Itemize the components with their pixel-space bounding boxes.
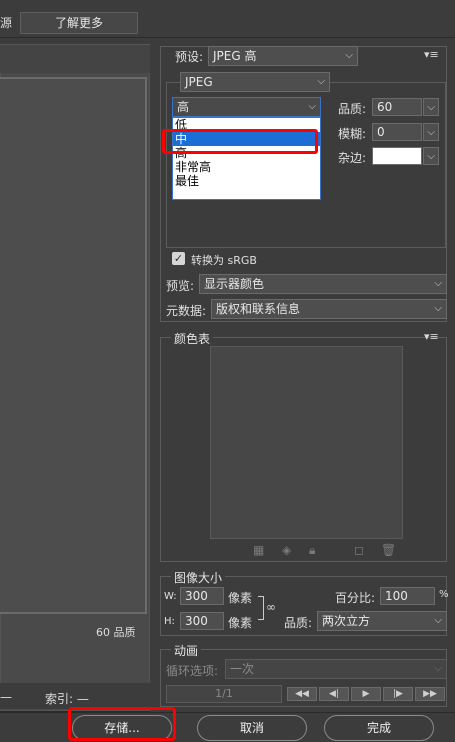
chevron-down-icon: ⌵ xyxy=(308,101,316,112)
quality-input[interactable]: 60 xyxy=(372,98,422,116)
blur-input[interactable]: 0 xyxy=(372,123,422,141)
loop-label: 循环选项: xyxy=(166,664,219,678)
prev-frame-button[interactable]: ◀| xyxy=(319,687,349,701)
web-shift-icon[interactable]: ◈ xyxy=(282,543,291,557)
resample-quality-value: 两次立方 xyxy=(322,614,371,628)
height-label: H: xyxy=(164,616,175,627)
quality-preset-select[interactable]: 高 ⌵ xyxy=(172,97,321,117)
width-unit: 像素 xyxy=(228,591,253,605)
width-label: W: xyxy=(164,591,177,602)
preview-image-area xyxy=(0,77,147,614)
cancel-button[interactable]: 取消 xyxy=(197,715,307,741)
chevron-down-icon: ⌵ xyxy=(434,663,442,674)
quality-option-very-high[interactable]: 非常高 xyxy=(173,160,320,174)
animation-title: 动画 xyxy=(171,642,202,659)
trash-icon[interactable]: 🗑︎ xyxy=(381,543,396,557)
preview-header xyxy=(0,45,150,73)
height-input[interactable]: 300 xyxy=(180,612,224,630)
resample-quality-label: 品质: xyxy=(284,616,313,630)
width-input[interactable]: 300 xyxy=(180,587,224,605)
lock-icon[interactable]: 🔒︎ xyxy=(309,543,315,558)
percent-input[interactable]: 100 xyxy=(380,587,435,605)
quality-option-best[interactable]: 最佳 xyxy=(173,174,320,188)
first-frame-button[interactable]: ◀◀ xyxy=(287,687,317,701)
last-frame-button[interactable]: ▶▶ xyxy=(415,687,445,701)
preset-menu-icon[interactable]: ▾≡ xyxy=(424,48,439,61)
preview-quality-text: 60 品质 xyxy=(96,626,136,639)
chevron-down-icon: ⌵ xyxy=(434,615,442,626)
preset-label: 预设: xyxy=(175,50,204,64)
frame-display: 1/1 xyxy=(166,685,282,703)
matte-dropdown-button[interactable]: ⌵ xyxy=(423,147,439,165)
chevron-down-icon: ⌵ xyxy=(427,151,435,162)
highlight-medium-option xyxy=(162,129,318,154)
chevron-down-icon: ⌵ xyxy=(345,50,353,61)
source-tab[interactable]: 源 xyxy=(0,13,18,33)
percent-unit: % xyxy=(439,589,449,600)
blur-dropdown-button[interactable]: ⌵ xyxy=(423,123,439,141)
metadata-value: 版权和联系信息 xyxy=(216,302,301,316)
quality-label: 品质: xyxy=(338,102,367,116)
preset-select[interactable]: JPEG 高 ⌵ xyxy=(208,46,358,66)
matte-swatch[interactable] xyxy=(372,147,422,165)
status-dash: — xyxy=(0,690,12,704)
convert-srgb-label: 转换为 sRGB xyxy=(191,254,257,267)
height-unit: 像素 xyxy=(228,616,253,630)
metadata-label: 元数据: xyxy=(166,304,207,318)
matte-label: 杂边: xyxy=(338,151,367,165)
format-value: JPEG xyxy=(185,75,213,89)
chevron-down-icon: ⌵ xyxy=(427,127,435,138)
color-table-title: 颜色表 xyxy=(171,330,214,347)
top-bar-border xyxy=(0,37,455,38)
done-button[interactable]: 完成 xyxy=(324,715,434,741)
metadata-select[interactable]: 版权和联系信息 ⌵ xyxy=(211,299,447,319)
chevron-down-icon: ⌵ xyxy=(317,76,325,87)
chevron-down-icon: ⌵ xyxy=(434,303,442,314)
percent-label: 百分比: xyxy=(335,591,376,605)
convert-srgb-checkbox[interactable]: ✓ xyxy=(172,252,185,265)
preview-select[interactable]: 显示器颜色 ⌵ xyxy=(199,274,447,294)
resample-quality-select[interactable]: 两次立方 ⌵ xyxy=(317,611,447,631)
preview-value: 显示器颜色 xyxy=(204,277,265,291)
format-select[interactable]: JPEG ⌵ xyxy=(180,72,330,92)
preview-label: 预览: xyxy=(166,279,195,293)
color-table-menu-icon[interactable]: ▾≡ xyxy=(424,330,439,343)
play-button[interactable]: ▶ xyxy=(351,687,381,701)
map-transparent-icon[interactable]: ▦ xyxy=(253,543,264,557)
new-color-icon[interactable]: ◻ xyxy=(354,543,364,557)
blur-label: 模糊: xyxy=(338,127,367,141)
quality-preset-value: 高 xyxy=(177,100,190,114)
link-icon[interactable]: ∞ xyxy=(266,600,276,614)
chevron-down-icon: ⌵ xyxy=(434,278,442,289)
next-frame-button[interactable]: |▶ xyxy=(383,687,413,701)
preset-value: JPEG 高 xyxy=(213,49,257,63)
index-text: 索引: — xyxy=(45,692,89,706)
color-table-area xyxy=(210,346,403,539)
quality-dropdown-button[interactable]: ⌵ xyxy=(423,98,439,116)
chevron-down-icon: ⌵ xyxy=(427,102,435,113)
constrain-bracket xyxy=(258,596,264,620)
loop-value: 一次 xyxy=(230,662,255,676)
loop-select[interactable]: 一次 ⌵ xyxy=(225,659,447,679)
learn-more-tab[interactable]: 了解更多 xyxy=(20,12,138,34)
image-size-title: 图像大小 xyxy=(171,569,226,586)
highlight-save-button xyxy=(68,707,176,741)
